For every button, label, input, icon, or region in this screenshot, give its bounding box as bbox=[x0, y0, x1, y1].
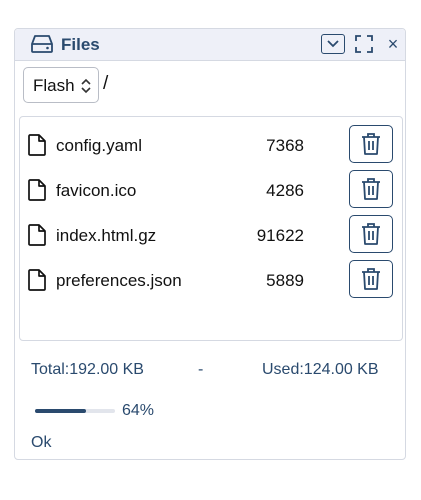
total-size: Total:192.00 KB bbox=[31, 361, 144, 378]
delete-button[interactable] bbox=[349, 260, 393, 298]
delete-button[interactable] bbox=[349, 215, 393, 253]
file-size: 7368 bbox=[266, 136, 304, 155]
maximize-icon[interactable] bbox=[355, 35, 373, 53]
filesystem-select-value: Flash bbox=[33, 76, 75, 95]
select-arrows-icon bbox=[81, 78, 91, 94]
trash-icon bbox=[362, 268, 380, 290]
file-name[interactable]: favicon.ico bbox=[56, 181, 136, 201]
file-icon bbox=[28, 269, 46, 291]
trash-icon bbox=[362, 133, 380, 155]
file-row[interactable]: favicon.ico 4286 bbox=[20, 170, 402, 216]
usage-progress-fill bbox=[35, 409, 87, 413]
panel-header: Files × bbox=[15, 29, 405, 61]
delete-button[interactable] bbox=[349, 125, 393, 163]
current-path: / bbox=[103, 73, 109, 94]
file-name[interactable]: config.yaml bbox=[56, 136, 142, 156]
chevron-down-icon bbox=[327, 40, 339, 48]
file-name[interactable]: preferences.json bbox=[56, 271, 182, 291]
stats-separator: - bbox=[198, 361, 204, 378]
file-list: config.yaml 7368 favicon.ico 4286 index.… bbox=[19, 116, 403, 341]
used-size: Used:124.00 KB bbox=[262, 361, 379, 378]
file-icon bbox=[28, 224, 46, 246]
trash-icon bbox=[362, 178, 380, 200]
filesystem-select[interactable]: Flash bbox=[23, 67, 99, 103]
ok-button[interactable]: Ok bbox=[31, 434, 51, 452]
files-panel: Files × Flash / config.yaml 7368 favicon… bbox=[14, 28, 406, 460]
close-icon[interactable]: × bbox=[384, 33, 402, 55]
file-size: 91622 bbox=[256, 226, 304, 245]
usage-progress-label: 64% bbox=[122, 402, 155, 419]
collapse-button[interactable] bbox=[321, 34, 345, 54]
file-row[interactable]: preferences.json 5889 bbox=[20, 260, 402, 306]
file-row[interactable]: config.yaml 7368 bbox=[20, 125, 402, 171]
file-row[interactable]: index.html.gz 91622 bbox=[20, 215, 402, 261]
file-icon bbox=[28, 134, 46, 156]
file-size: 4286 bbox=[266, 181, 304, 200]
panel-title: Files bbox=[61, 35, 100, 54]
file-name[interactable]: index.html.gz bbox=[56, 226, 156, 246]
delete-button[interactable] bbox=[349, 170, 393, 208]
storage-drive-icon bbox=[31, 35, 53, 53]
usage-progress-bar bbox=[35, 409, 115, 413]
trash-icon bbox=[362, 223, 380, 245]
file-icon bbox=[28, 179, 46, 201]
file-size: 5889 bbox=[266, 271, 304, 290]
